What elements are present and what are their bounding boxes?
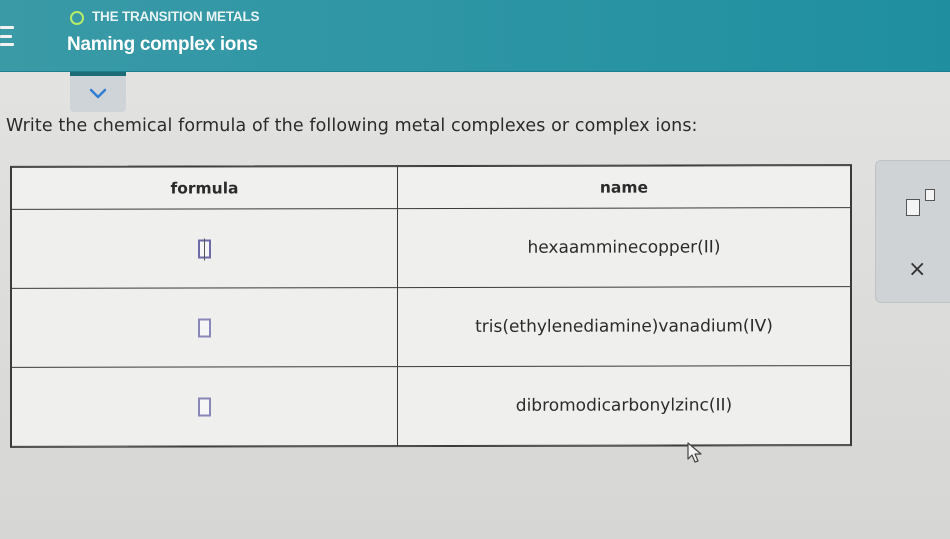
formula-input-1[interactable] <box>197 238 211 258</box>
table-row: hexaamminecopper(II) <box>11 207 851 289</box>
table-row: dibromodicarbonylzinc(II) <box>11 365 851 447</box>
clear-button[interactable]: × <box>908 257 926 282</box>
page-title: Naming complex ions <box>67 34 258 55</box>
superscript-button[interactable] <box>906 187 946 217</box>
name-column-header: name <box>397 165 851 209</box>
complex-name-cell: tris(ethylenediamine)vanadium(IV) <box>397 286 851 367</box>
complex-name-cell: hexaamminecopper(II) <box>397 207 851 288</box>
mouse-pointer-icon <box>687 442 702 463</box>
superscript-box-icon <box>906 199 920 216</box>
input-tools-panel: × <box>875 160 950 303</box>
formula-cell[interactable] <box>11 208 398 289</box>
formula-column-header: formula <box>11 166 398 210</box>
complex-name-cell: dibromodicarbonylzinc(II) <box>397 365 851 446</box>
top-bar: THE TRANSITION METALS Naming complex ion… <box>0 0 950 72</box>
expand-button[interactable] <box>70 76 126 112</box>
section-label: THE TRANSITION METALS <box>92 9 260 24</box>
table-row: tris(ethylenediamine)vanadium(IV) <box>11 286 851 368</box>
formula-input-2[interactable] <box>197 317 211 337</box>
formula-input-3[interactable] <box>197 396 211 416</box>
menu-icon[interactable] <box>0 26 16 46</box>
instructions-text: Write the chemical formula of the follow… <box>6 116 698 136</box>
chevron-down-icon <box>89 88 107 99</box>
status-circle-icon <box>70 11 84 25</box>
formula-cell[interactable] <box>11 287 398 368</box>
formula-cell[interactable] <box>11 366 398 447</box>
answer-table: formula name hexaamminecopper(II) tris(e… <box>10 164 852 448</box>
